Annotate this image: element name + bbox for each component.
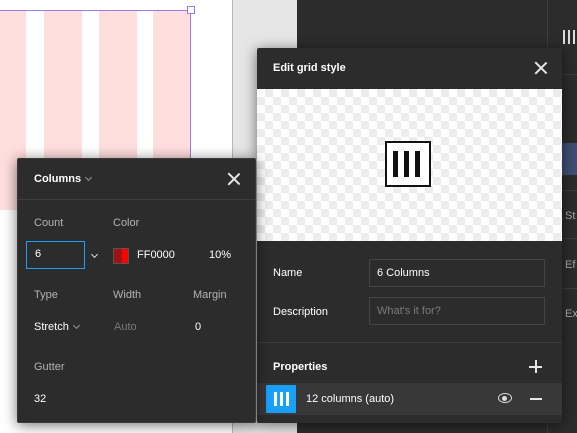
margin-label: Margin bbox=[193, 289, 227, 301]
layout-grid-row[interactable] bbox=[257, 383, 562, 415]
margin-input[interactable]: 0 bbox=[195, 321, 201, 333]
gutter-label: Gutter bbox=[34, 361, 65, 373]
grid-type-button[interactable] bbox=[266, 385, 296, 413]
strip-selected-item[interactable] bbox=[562, 143, 577, 175]
divider bbox=[18, 199, 255, 200]
properties-heading: Properties bbox=[273, 361, 328, 373]
columns-grid-dialog: Columns Count Color 6 FF0000 10% Type Wi… bbox=[17, 158, 256, 423]
name-field[interactable]: 6 Columns bbox=[369, 259, 545, 287]
frame-resize-handle[interactable] bbox=[187, 6, 195, 14]
type-value: Stretch bbox=[34, 321, 69, 333]
strip-item-export[interactable]: Ex bbox=[565, 308, 577, 320]
minus-icon[interactable] bbox=[530, 398, 542, 400]
dialog-title: Edit grid style bbox=[273, 62, 346, 74]
layout-grid-label[interactable]: 12 columns (auto) bbox=[306, 393, 394, 405]
color-hex-input[interactable]: FF0000 bbox=[137, 249, 175, 261]
width-label: Width bbox=[113, 289, 142, 301]
width-input[interactable]: Auto bbox=[114, 321, 137, 333]
edit-grid-style-dialog: Edit grid style Name 6 Columns Descripti… bbox=[257, 48, 562, 423]
grid-type-label: Columns bbox=[34, 173, 82, 185]
name-label: Name bbox=[273, 267, 303, 279]
chevron-down-icon bbox=[72, 321, 80, 330]
color-swatch[interactable] bbox=[113, 248, 129, 264]
close-icon[interactable] bbox=[534, 61, 548, 75]
plus-icon[interactable] bbox=[529, 360, 543, 374]
type-dropdown[interactable]: Stretch bbox=[34, 321, 80, 333]
grid-preview bbox=[257, 89, 562, 241]
close-icon[interactable] bbox=[227, 172, 241, 186]
color-label: Color bbox=[113, 217, 140, 229]
color-opacity-input[interactable]: 10% bbox=[209, 249, 231, 261]
type-label: Type bbox=[34, 289, 58, 301]
strip-item-styles[interactable]: St bbox=[565, 210, 575, 222]
dialog-header: Edit grid style bbox=[257, 48, 562, 88]
grid-type-dropdown[interactable]: Columns bbox=[34, 173, 93, 185]
description-field[interactable]: What's it for? bbox=[369, 297, 545, 325]
chevron-down-icon bbox=[85, 173, 93, 182]
grid-columns-icon[interactable] bbox=[563, 30, 575, 44]
count-label: Count bbox=[34, 217, 64, 229]
strip-item-effects[interactable]: Ef bbox=[565, 259, 575, 271]
gutter-input[interactable]: 32 bbox=[34, 393, 46, 405]
grid-columns-icon bbox=[385, 141, 431, 187]
eye-icon[interactable] bbox=[498, 393, 512, 403]
dialog-header: Columns bbox=[18, 159, 255, 199]
chevron-down-icon[interactable] bbox=[90, 250, 99, 259]
description-label: Description bbox=[273, 306, 329, 318]
count-input[interactable]: 6 bbox=[26, 241, 85, 269]
divider bbox=[257, 342, 562, 343]
